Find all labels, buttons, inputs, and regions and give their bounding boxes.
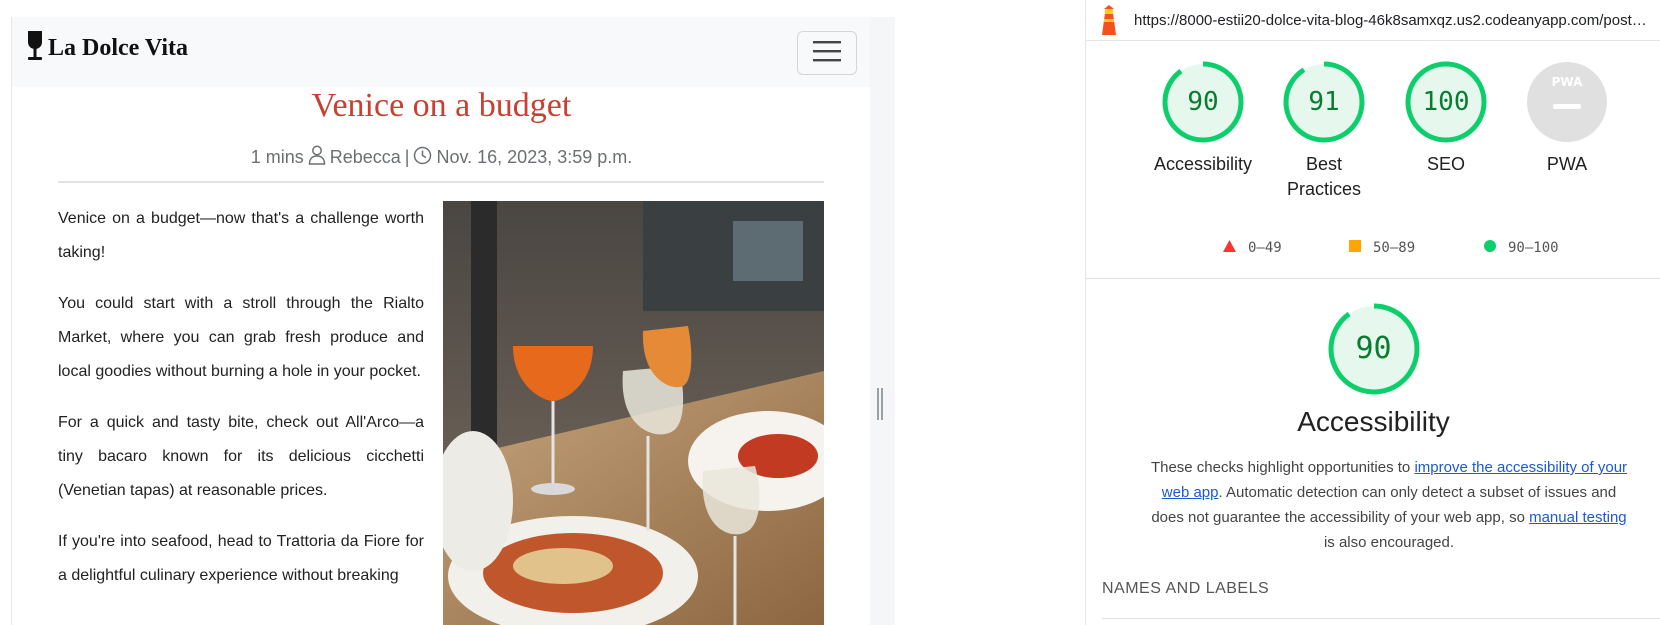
blog-viewport: La Dolce Vita Venice on a budget 1 mins … — [0, 17, 895, 625]
gauge-circle: 91 — [1282, 60, 1366, 144]
legend-average: 50–89 — [1349, 240, 1415, 256]
hamburger-icon — [813, 40, 841, 67]
post-title: Venice on a budget — [311, 87, 572, 124]
gauge-seo[interactable]: 100 SEO — [1386, 60, 1506, 177]
post-paragraph: You could start with a stroll through th… — [58, 295, 424, 380]
post-paragraph: For a quick and tasty bite, check out Al… — [58, 414, 424, 499]
post-image — [443, 201, 824, 625]
lighthouse-report: https://8000-estii20-dolce-vita-blog-46k… — [1085, 0, 1660, 625]
gauge-score: 91 — [1308, 87, 1340, 117]
post-body: Venice on a budget—now that's a challeng… — [58, 202, 424, 610]
category-gauge: 90 — [1327, 302, 1421, 396]
legend-range: 50–89 — [1373, 240, 1416, 256]
pwa-badge-text: PWA — [1552, 75, 1583, 89]
manual-testing-link[interactable]: manual testing — [1529, 509, 1627, 526]
pane-gutter — [870, 17, 895, 625]
section-divider — [1086, 278, 1660, 279]
circle-icon — [1484, 240, 1496, 256]
gauge-label: Best Practices — [1286, 154, 1362, 199]
post-paragraph: If you're into seafood, head to Trattori… — [58, 533, 424, 584]
score-legend: 0–49 50–89 90–100 — [1086, 240, 1660, 260]
gauge-label: Accessibility — [1153, 154, 1253, 174]
blog-page: La Dolce Vita Venice on a budget 1 mins … — [11, 17, 871, 625]
category-score: 90 — [1355, 331, 1392, 366]
description-text: These checks highlight opportunities to — [1150, 459, 1415, 476]
post-paragraph: Venice on a budget—now that's a challeng… — [58, 210, 424, 261]
meta-separator: | — [404, 147, 410, 167]
report-topbar: https://8000-estii20-dolce-vita-blog-46k… — [1086, 0, 1660, 41]
clock-icon — [413, 146, 432, 170]
gauge-circle: 90 — [1161, 60, 1245, 144]
person-icon — [308, 145, 326, 170]
gauge-label: SEO — [1426, 154, 1465, 174]
audit-group-divider — [1102, 618, 1660, 619]
description-text: is also encouraged. — [1323, 534, 1455, 551]
read-time: 1 mins — [250, 147, 304, 167]
legend-range: 0–49 — [1248, 240, 1282, 256]
brand-name: La Dolce Vita — [48, 35, 188, 61]
wine-glass-icon — [26, 30, 44, 67]
gauge-circle: 100 — [1404, 60, 1488, 144]
report-url[interactable]: https://8000-estii20-dolce-vita-blog-46k… — [1134, 12, 1649, 29]
gauge-circle: PWA — [1525, 60, 1609, 144]
gauge-score: 90 — [1187, 87, 1219, 117]
post-date: Nov. 16, 2023, 3:59 p.m. — [436, 147, 633, 167]
legend-range: 90–100 — [1508, 240, 1559, 256]
author-name: Rebecca — [329, 147, 401, 167]
navbar-toggle-button[interactable] — [797, 31, 857, 75]
category-title: Accessibility — [1297, 406, 1450, 437]
audit-group-heading[interactable]: NAMES AND LABELS — [1102, 580, 1269, 598]
legend-fail: 0–49 — [1223, 240, 1282, 256]
brand-link[interactable]: La Dolce Vita — [26, 30, 188, 67]
gauge-best-practices[interactable]: 91 Best Practices — [1264, 60, 1384, 202]
pane-resize-handle[interactable] — [877, 388, 883, 420]
square-icon — [1349, 240, 1361, 256]
legend-pass: 90–100 — [1484, 240, 1559, 256]
navbar: La Dolce Vita — [12, 17, 871, 87]
title-divider — [58, 181, 824, 183]
category-description: These checks highlight opportunities to … — [1144, 455, 1634, 555]
triangle-icon — [1223, 240, 1236, 256]
lighthouse-icon — [1098, 5, 1120, 35]
gauge-pwa[interactable]: PWA PWA — [1507, 60, 1627, 177]
gauge-accessibility[interactable]: 90 Accessibility — [1143, 60, 1263, 177]
gauge-label: PWA — [1546, 154, 1588, 174]
gauge-score: 100 — [1422, 87, 1470, 117]
category-header: 90 Accessibility — [1086, 302, 1660, 438]
post-meta: 1 mins Rebecca | Nov. 16, 2023, 3:59 p.m… — [12, 145, 871, 170]
